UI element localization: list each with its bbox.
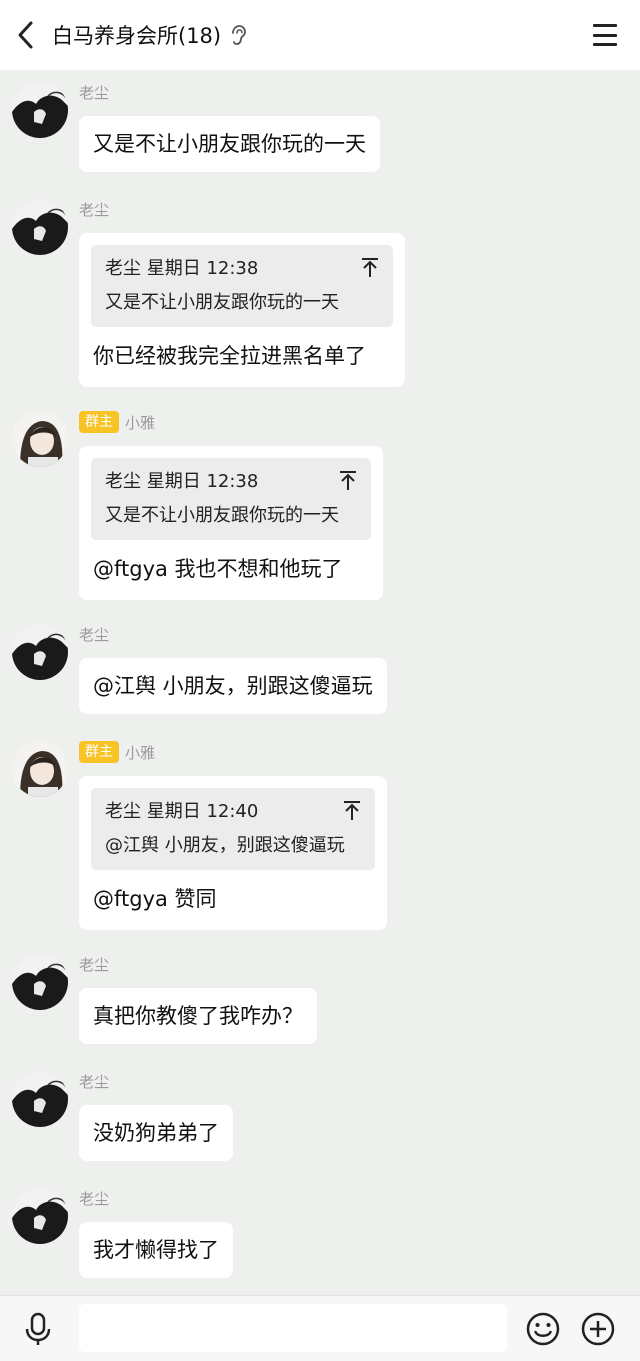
jump-to-top-icon[interactable]	[339, 470, 357, 492]
quote-text: @江舆 小朋友，别跟这傻逼玩	[105, 835, 345, 856]
sender-name: 小雅	[125, 413, 156, 432]
message-bubble[interactable]: 老尘 星期日 12:38 又是不让小朋友跟你玩的一天 @ftgya 我也不想和他…	[79, 446, 383, 600]
quote-meta: 老尘 星期日 12:40	[105, 801, 259, 822]
avatar[interactable]	[12, 82, 68, 138]
quote-meta: 老尘 星期日 12:38	[105, 258, 259, 279]
sender-name: 老尘	[79, 201, 110, 219]
message-bubble[interactable]: 真把你教傻了我咋办？	[79, 988, 317, 1044]
avatar[interactable]	[12, 741, 68, 797]
emoji-icon	[526, 1312, 560, 1346]
message-text: 没奶狗弟弟了	[93, 1121, 219, 1145]
chat-area[interactable]: 老尘 又是不让小朋友跟你玩的一天 老尘 老尘 星期日 12:38 又是不让小朋友…	[0, 70, 640, 1295]
more-button[interactable]	[580, 1311, 616, 1347]
emoji-button[interactable]	[525, 1311, 561, 1347]
hamburger-menu-icon	[593, 24, 617, 27]
sender-row: 老尘	[79, 954, 109, 975]
group-owner-badge: 群主	[79, 741, 119, 763]
message-text: 我才懒得找了	[93, 1238, 219, 1262]
chevron-left-icon	[18, 21, 33, 49]
jump-to-top-icon[interactable]	[361, 257, 379, 279]
avatar[interactable]	[12, 954, 68, 1010]
message-text: @江舆 小朋友，别跟这傻逼玩	[93, 674, 373, 698]
sender-row: 群主 小雅	[79, 411, 155, 433]
sender-row: 群主 小雅	[79, 741, 155, 763]
avatar[interactable]	[12, 624, 68, 680]
message-bubble[interactable]: 老尘 星期日 12:40 @江舆 小朋友，别跟这傻逼玩 @ftgya 赞同	[79, 776, 387, 930]
message-text: 真把你教傻了我咋办？	[93, 1004, 303, 1028]
quoted-message[interactable]: 老尘 星期日 12:40 @江舆 小朋友，别跟这傻逼玩	[91, 788, 375, 870]
avatar[interactable]	[12, 411, 68, 467]
quote-text: 又是不让小朋友跟你玩的一天	[105, 292, 339, 313]
sender-row: 老尘	[79, 1071, 109, 1092]
sender-row: 老尘	[79, 199, 109, 220]
avatar[interactable]	[12, 199, 68, 255]
message-bubble[interactable]: 没奶狗弟弟了	[79, 1105, 233, 1161]
sender-row: 老尘	[79, 624, 109, 645]
avatar[interactable]	[12, 1188, 68, 1244]
chat-title: 白马养身会所(18)	[52, 24, 222, 48]
message-text: 你已经被我完全拉进黑名单了	[93, 344, 366, 368]
voice-button[interactable]	[22, 1312, 54, 1346]
quote-text: 又是不让小朋友跟你玩的一天	[105, 505, 339, 526]
quoted-message[interactable]: 老尘 星期日 12:38 又是不让小朋友跟你玩的一天	[91, 245, 393, 327]
plus-circle-icon	[581, 1312, 615, 1346]
group-owner-badge: 群主	[79, 411, 119, 433]
message-text: @ftgya 我也不想和他玩了	[93, 557, 343, 581]
message-text: @ftgya 赞同	[93, 887, 217, 911]
quote-meta: 老尘 星期日 12:38	[105, 471, 259, 492]
ear-icon	[229, 24, 247, 46]
sender-name: 老尘	[79, 84, 110, 102]
sender-row: 老尘	[79, 1188, 109, 1209]
jump-to-top-icon[interactable]	[343, 800, 361, 822]
message-input[interactable]	[79, 1304, 507, 1352]
quoted-message[interactable]: 老尘 星期日 12:38 又是不让小朋友跟你玩的一天	[91, 458, 371, 540]
avatar[interactable]	[12, 1071, 68, 1127]
message-bubble[interactable]: @江舆 小朋友，别跟这傻逼玩	[79, 658, 387, 714]
sender-name: 老尘	[79, 1073, 110, 1091]
sender-name: 老尘	[79, 626, 110, 644]
sender-name: 小雅	[125, 743, 156, 762]
input-bar	[0, 1295, 640, 1361]
microphone-icon	[25, 1312, 51, 1345]
back-button[interactable]	[0, 0, 52, 70]
header-bar: 白马养身会所(18)	[0, 0, 640, 70]
sender-name: 老尘	[79, 956, 110, 974]
sender-row: 老尘	[79, 82, 109, 103]
message-bubble[interactable]: 又是不让小朋友跟你玩的一天	[79, 116, 380, 172]
menu-button[interactable]	[590, 21, 620, 49]
message-text: 又是不让小朋友跟你玩的一天	[93, 132, 366, 156]
message-bubble[interactable]: 我才懒得找了	[79, 1222, 233, 1278]
message-bubble[interactable]: 老尘 星期日 12:38 又是不让小朋友跟你玩的一天 你已经被我完全拉进黑名单了	[79, 233, 405, 387]
sender-name: 老尘	[79, 1190, 110, 1208]
